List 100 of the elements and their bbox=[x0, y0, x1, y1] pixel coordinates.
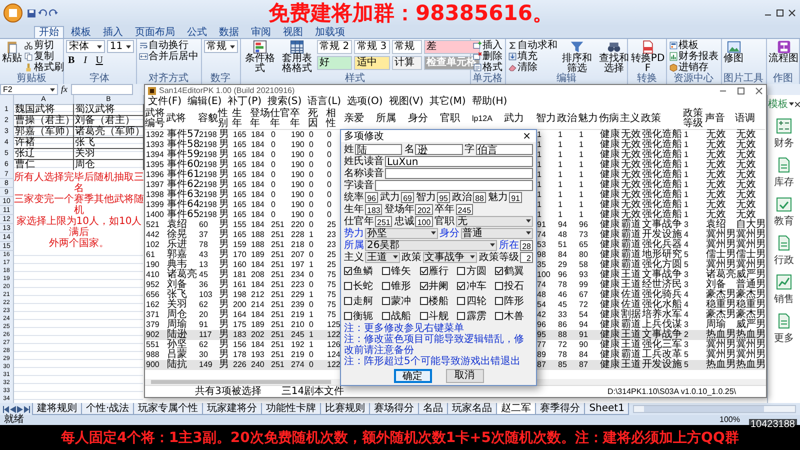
table-cell-text: 冀州男 bbox=[736, 260, 765, 270]
table-cell: 183 bbox=[232, 330, 250, 340]
table-cell: 1 bbox=[683, 130, 705, 140]
table-cell-text: 184 bbox=[250, 150, 266, 160]
status-text: 共有3项被选择 bbox=[195, 386, 262, 397]
table-cell: 900 bbox=[145, 360, 166, 370]
table-cell-text: 46 bbox=[557, 290, 568, 300]
table-cell: 孙坚 bbox=[166, 340, 198, 350]
note-text: 注：修改蓝色项目可能导致逻辑错乱，修改前请注意备份 bbox=[344, 334, 525, 356]
table-cell-text: 无效 bbox=[735, 140, 757, 150]
table-cell: 王道 bbox=[620, 270, 641, 280]
table-cell: 冀州男 bbox=[735, 230, 765, 240]
table-cell: 王道 bbox=[620, 340, 641, 350]
table-cell-text: 无效 bbox=[705, 150, 727, 160]
table-cell-text: 65 bbox=[578, 240, 589, 250]
table-cell-text: 0 bbox=[308, 250, 314, 260]
table-cell: 霸道 bbox=[620, 350, 641, 360]
table-cell: 健康 bbox=[599, 340, 620, 350]
table-cell-text: 184 bbox=[250, 200, 266, 210]
table-cell-text: 184 bbox=[250, 170, 266, 180]
table-cell-text: 1 bbox=[536, 190, 542, 200]
table-cell-text: 0 bbox=[270, 150, 276, 160]
table-cell: 274 bbox=[290, 360, 308, 370]
note-text: 家选择上限为10人，如10人满后 bbox=[15, 216, 143, 238]
table-cell: 稳重男 bbox=[705, 300, 735, 310]
table-cell-text: 188 bbox=[250, 240, 266, 250]
table-cell: 冀州男 bbox=[705, 230, 735, 240]
table-cell-text: 0 bbox=[326, 210, 332, 220]
table-cell: 健康 bbox=[599, 260, 620, 270]
group-label: 作图 bbox=[772, 73, 794, 84]
table-cell-text: 1398 bbox=[145, 190, 165, 200]
table-cell-text: 75 bbox=[326, 310, 337, 320]
table-cell: 霸道 bbox=[620, 250, 641, 260]
table-cell: 冀州男 bbox=[705, 240, 735, 250]
table-cell-text: 74 bbox=[536, 230, 547, 240]
table-cell: 189 bbox=[250, 320, 270, 330]
table-cell: 健康 bbox=[599, 160, 620, 170]
table-cell-text: 男 bbox=[218, 210, 230, 220]
table-cell: 陆抗 bbox=[166, 360, 198, 370]
table-cell-text: 62 bbox=[198, 300, 209, 310]
table-cell: 3 bbox=[683, 320, 705, 330]
table-cell-text: 男 bbox=[218, 140, 230, 150]
note-text: 外两个国家。 bbox=[48, 238, 110, 249]
table-cell-text: 51 bbox=[557, 240, 568, 250]
table-cell: 文事战争 bbox=[641, 220, 683, 230]
table-cell-text: 190 bbox=[290, 160, 306, 170]
table-cell-text: 无效 bbox=[705, 210, 727, 220]
table-cell: 开发设施 bbox=[641, 230, 683, 240]
table-cell-text: 1 bbox=[536, 170, 542, 180]
table-cell-text: 181 bbox=[232, 270, 248, 280]
table-cell-text: 0 bbox=[326, 200, 332, 210]
table-cell: 178 bbox=[232, 350, 250, 360]
table-cell-text: 0 bbox=[308, 240, 314, 250]
table-cell-text: 67 bbox=[578, 290, 589, 300]
table-cell: 251 bbox=[270, 360, 290, 370]
table-cell-text: 45 bbox=[198, 270, 209, 280]
table-cell-text: 0 bbox=[326, 180, 332, 190]
table-cell-text: 198 bbox=[232, 290, 248, 300]
table-cell-text: 42 bbox=[536, 310, 547, 320]
table-cell: 无效 bbox=[620, 170, 641, 180]
table-cell-text: 75 bbox=[326, 270, 337, 280]
group-label: 样式 bbox=[344, 73, 366, 84]
table-cell-text: 2198 bbox=[199, 130, 218, 140]
table-cell-text: 184 bbox=[250, 160, 266, 170]
table-cell-text: 35 bbox=[536, 260, 547, 270]
table-cell-text: 2198 bbox=[199, 140, 218, 150]
table-cell: 0 bbox=[308, 350, 326, 360]
table-cell: 诸葛亮 bbox=[705, 270, 735, 280]
field-label: 主义 bbox=[344, 252, 364, 262]
table-cell-text: 75 bbox=[326, 280, 337, 290]
table-cell-text: 1 bbox=[536, 200, 542, 210]
table-cell: 儒士男 bbox=[705, 250, 735, 260]
field-label: 智力 bbox=[416, 192, 436, 202]
table-cell-text: 234 bbox=[290, 270, 306, 280]
table-cell-text: 1 bbox=[578, 160, 584, 170]
table-cell: 健康 bbox=[599, 310, 620, 320]
table-cell: 无效 bbox=[620, 200, 641, 210]
table-cell: 吕蒙 bbox=[166, 350, 198, 360]
table-cell-text: 1 bbox=[308, 260, 314, 270]
table-cell-text: 男 bbox=[218, 160, 230, 170]
table-cell-text: 无效 bbox=[705, 140, 727, 150]
table-cell-text: 男 bbox=[218, 180, 230, 190]
table-cell-text: 251 bbox=[270, 250, 286, 260]
table-cell-text: 1396 bbox=[145, 170, 165, 180]
table-cell-text: 1399 bbox=[145, 200, 165, 210]
table-cell: 95 bbox=[536, 330, 557, 340]
table-cell: 周瑜 bbox=[705, 320, 735, 330]
table-cell: 988 bbox=[145, 350, 166, 360]
table-cell-text: 0 bbox=[308, 220, 314, 230]
table-cell: 强化造船 bbox=[641, 200, 683, 210]
table-cell: 健康 bbox=[599, 320, 620, 330]
table-cell: 强化造船 bbox=[641, 190, 683, 200]
field-label: 生年 bbox=[344, 204, 364, 214]
table-cell: 0 bbox=[308, 130, 326, 140]
table-cell: 强化兵器 bbox=[641, 240, 683, 250]
table-cell-text: 251 bbox=[270, 260, 286, 270]
table-cell: 190 bbox=[290, 130, 308, 140]
table-cell: 165 bbox=[232, 130, 250, 140]
table-cell: 90 bbox=[578, 340, 599, 350]
table-cell-text: 无效 bbox=[705, 190, 727, 200]
